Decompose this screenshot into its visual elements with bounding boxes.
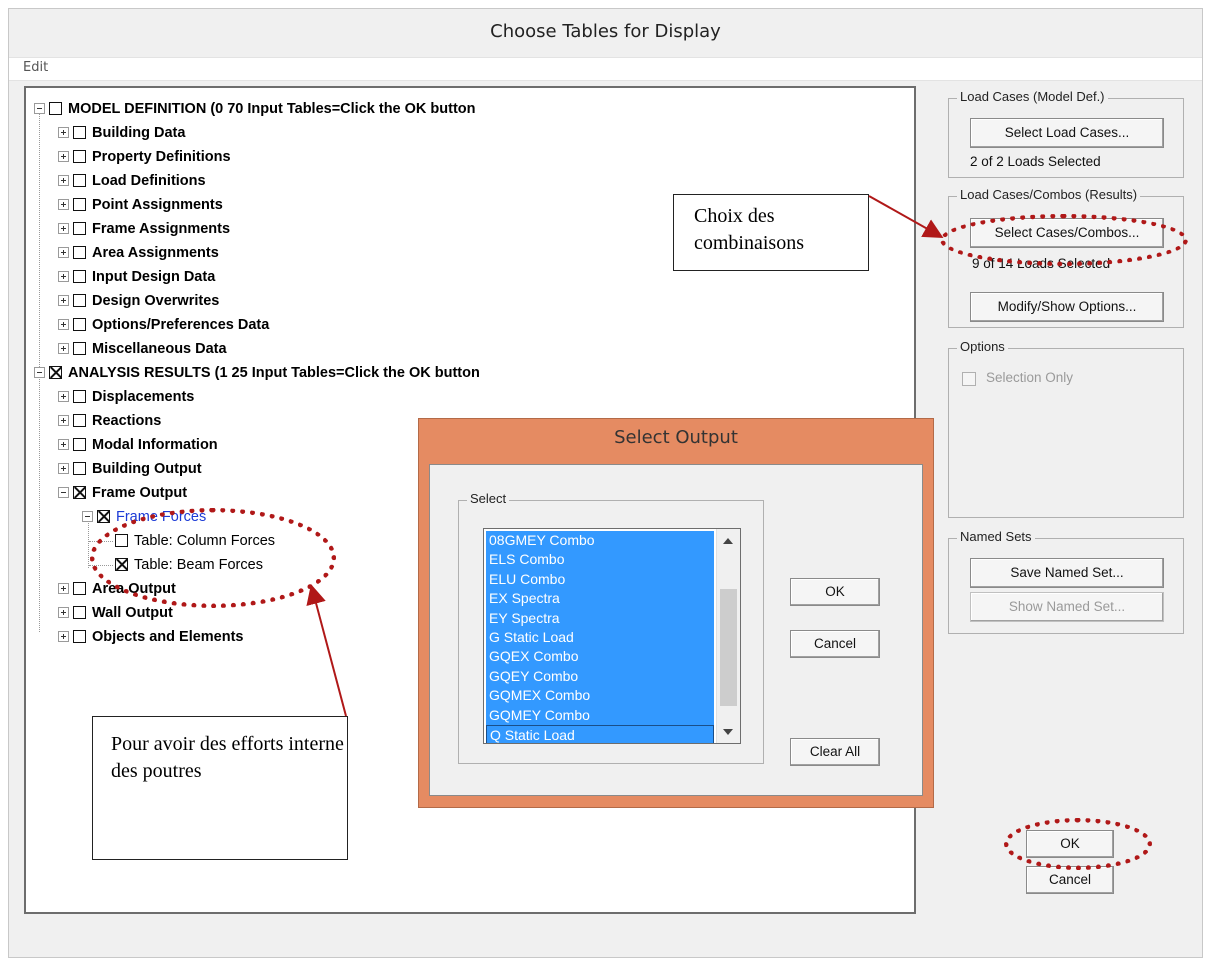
annotation-arrows	[306, 195, 944, 717]
arrow-to-beams-icon	[306, 584, 347, 717]
arrow-to-combos-icon	[868, 195, 944, 238]
